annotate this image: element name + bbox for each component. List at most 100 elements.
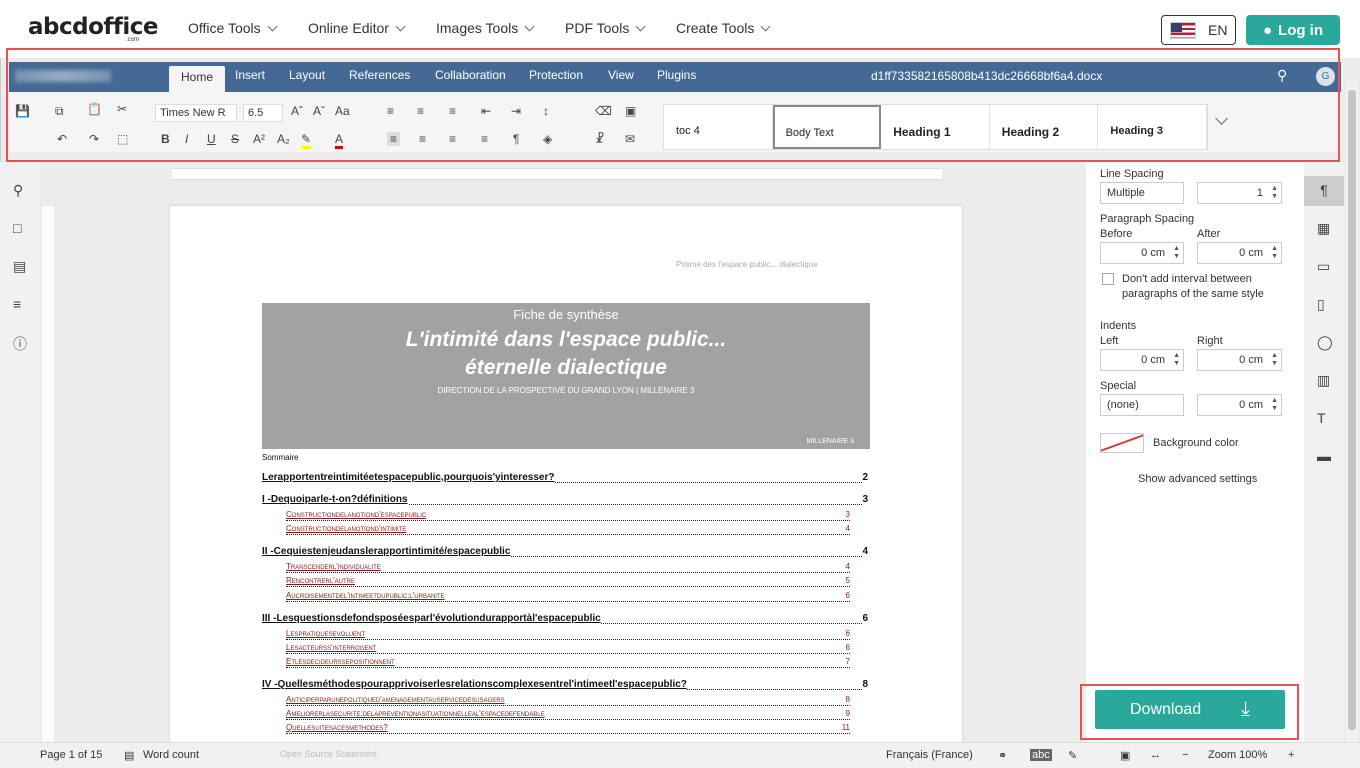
toc-entry[interactable]: Aucroisementdel'intimeetdupublic:l'urban… [286,591,850,603]
language-selector[interactable]: EN [1161,15,1236,45]
spinner-icon[interactable]: ▲ ▼ [1173,245,1180,261]
align-right-icon[interactable]: ≡ [449,132,456,146]
header-footer-icon[interactable]: ▭ [1317,258,1330,275]
style-toc4[interactable]: toc 4 [664,105,773,149]
font-color-icon[interactable]: A [335,132,344,149]
login-button[interactable]: ● Log in [1246,15,1340,45]
style-heading-3[interactable]: Heading 3 [1098,105,1207,149]
paragraph-settings-icon[interactable]: ¶ [1304,176,1344,206]
bullets-icon[interactable]: ≡ [387,104,394,118]
paste-icon[interactable]: 📋 [87,102,102,116]
decrease-font-icon[interactable]: Aˇ [313,104,325,118]
spinner-icon[interactable]: ▲ ▼ [1173,352,1180,368]
tab-insert[interactable]: Insert [235,68,265,82]
line-spacing-value[interactable]: 1 ▲ ▼ [1197,182,1282,204]
indent-left-field[interactable]: 0 cm ▲ ▼ [1100,349,1184,371]
copy-icon[interactable]: ⧉ [55,104,64,119]
tab-references[interactable]: References [349,68,410,82]
bold-icon[interactable]: B [161,132,170,146]
tab-view[interactable]: View [608,68,634,82]
fit-page-icon[interactable]: ▣ [1120,749,1130,762]
multilevel-list-icon[interactable]: ≡ [449,104,456,118]
toc-entry[interactable]: Lesacteurss'interrogent 6 [286,643,850,655]
show-advanced-settings-link[interactable]: Show advanced settings [1138,473,1257,485]
comments-icon[interactable]: □ [13,220,21,236]
toc-entry[interactable]: Transcenderl'individualite 4 [286,562,850,574]
underline-icon[interactable]: U [207,132,216,146]
toc-entry[interactable]: Constructiondelanotiond'intimite 4 [286,524,850,536]
toc-entry[interactable]: Lerapportentreintimitéetespacepublic,pou… [262,472,868,484]
toc-entry[interactable]: IV -Quellesméthodespourapprivoiserlesrel… [262,679,868,691]
page-indicator[interactable]: Page 1 of 15 [40,749,102,761]
spellcheck-icon[interactable]: abc [1030,749,1052,761]
image-settings-icon[interactable]: ▯ [1317,296,1325,313]
signature-icon[interactable]: ▬ [1317,448,1331,464]
fit-width-icon[interactable]: ↔ [1150,749,1161,761]
redo-icon[interactable]: ↷ [89,132,99,146]
numbering-icon[interactable]: ≡ [417,104,424,118]
toc-entry[interactable]: Anticiperparunepolitiqued'amenagementaus… [286,695,850,707]
indent-right-field[interactable]: 0 cm ▲ ▼ [1197,349,1282,371]
highlight-icon[interactable]: ✎ [301,132,312,149]
toc-entry[interactable]: Quellesuitesacesmethodes? 11 [286,723,850,735]
dont-add-interval-checkbox[interactable] [1102,273,1114,285]
open-source-link[interactable]: Open Source Statement [280,749,377,759]
tab-home[interactable]: Home [169,66,226,92]
justify-icon[interactable]: ≡ [481,132,488,146]
language-select[interactable]: Français (France) [886,749,973,761]
tab-plugins[interactable]: Plugins [657,68,696,82]
align-center-icon[interactable]: ≡ [419,132,426,146]
strikethrough-icon[interactable]: S [231,132,239,146]
spinner-icon[interactable]: ▲ ▼ [1271,185,1278,201]
tab-protection[interactable]: Protection [529,68,583,82]
align-left-icon[interactable]: ≡ [387,132,401,146]
select-all-icon[interactable]: ⬚ [117,132,128,146]
special-indent-value[interactable]: 0 cm ▲ ▼ [1197,394,1282,416]
paragraph-marks-icon[interactable]: ¶ [513,132,519,146]
toc-entry[interactable]: II -Cequiestenjeudanslerapportintimité/e… [262,546,868,558]
italic-icon[interactable]: I [185,132,188,146]
globe-icon[interactable]: ⚭ [998,749,1007,762]
spinner-icon[interactable]: ▲ ▼ [1271,397,1278,413]
spacing-after-field[interactable]: 0 cm ▲ ▼ [1197,242,1282,264]
spinner-icon[interactable]: ▲ ▼ [1271,352,1278,368]
toc-entry[interactable]: III -Lesquestionsdefondsposéesparl'évolu… [262,613,868,625]
vertical-scrollbar[interactable] [1346,80,1358,742]
nav-images-tools[interactable]: Images Tools [436,20,535,36]
undo-icon[interactable]: ↶ [57,132,67,146]
increase-font-icon[interactable]: Aˆ [291,104,303,118]
chat-icon[interactable]: ▤ [13,258,26,275]
navigation-icon[interactable]: ≡ [13,296,21,312]
special-indent-select[interactable]: (none) [1100,394,1184,416]
about-icon[interactable]: ⓘ [13,334,27,354]
search-icon[interactable]: ⚲ [1277,67,1287,84]
toc-entry[interactable]: I -Dequoiparle-t-on?définitions 3 [262,494,868,506]
spacing-before-field[interactable]: 0 cm ▲ ▼ [1100,242,1184,264]
toc-entry[interactable]: Etlesdecideurssepositionnent 7 [286,657,850,669]
copy-style-icon[interactable]: ☧ [595,132,604,146]
chart-settings-icon[interactable]: ▥ [1317,372,1330,389]
track-changes-icon[interactable]: ✎ [1068,749,1077,762]
tab-collaboration[interactable]: Collaboration [435,68,506,82]
style-heading-2[interactable]: Heading 2 [990,105,1099,149]
zoom-in-icon[interactable]: + [1288,749,1294,761]
line-spacing-mode[interactable]: Multiple [1100,182,1184,204]
styles-expand-icon[interactable] [1215,112,1228,126]
toc-entry[interactable]: Ameliorerlasecurite:delapreventionasitua… [286,709,850,721]
vertical-ruler[interactable] [42,206,54,742]
zoom-out-icon[interactable]: − [1182,749,1188,761]
font-size-select[interactable]: 6.5 [243,104,283,122]
save-icon[interactable]: 💾 [15,104,30,118]
tab-layout[interactable]: Layout [289,68,325,82]
search-icon[interactable]: ⚲ [13,182,23,199]
toc-entry[interactable]: Lespratiquesevoluent 6 [286,629,850,641]
superscript-icon[interactable]: A² [253,132,265,146]
color-scheme-icon[interactable]: ▣ [625,104,636,118]
table-settings-icon[interactable]: ▦ [1317,220,1330,237]
download-button[interactable]: Download ⤓ [1095,690,1285,729]
spinner-icon[interactable]: ▲ ▼ [1271,245,1278,261]
decrease-indent-icon[interactable]: ⇤ [481,104,491,118]
shape-settings-icon[interactable]: ◯ [1317,334,1333,351]
style-heading-1[interactable]: Heading 1 [881,105,990,149]
change-case-icon[interactable]: Aa [335,104,350,118]
